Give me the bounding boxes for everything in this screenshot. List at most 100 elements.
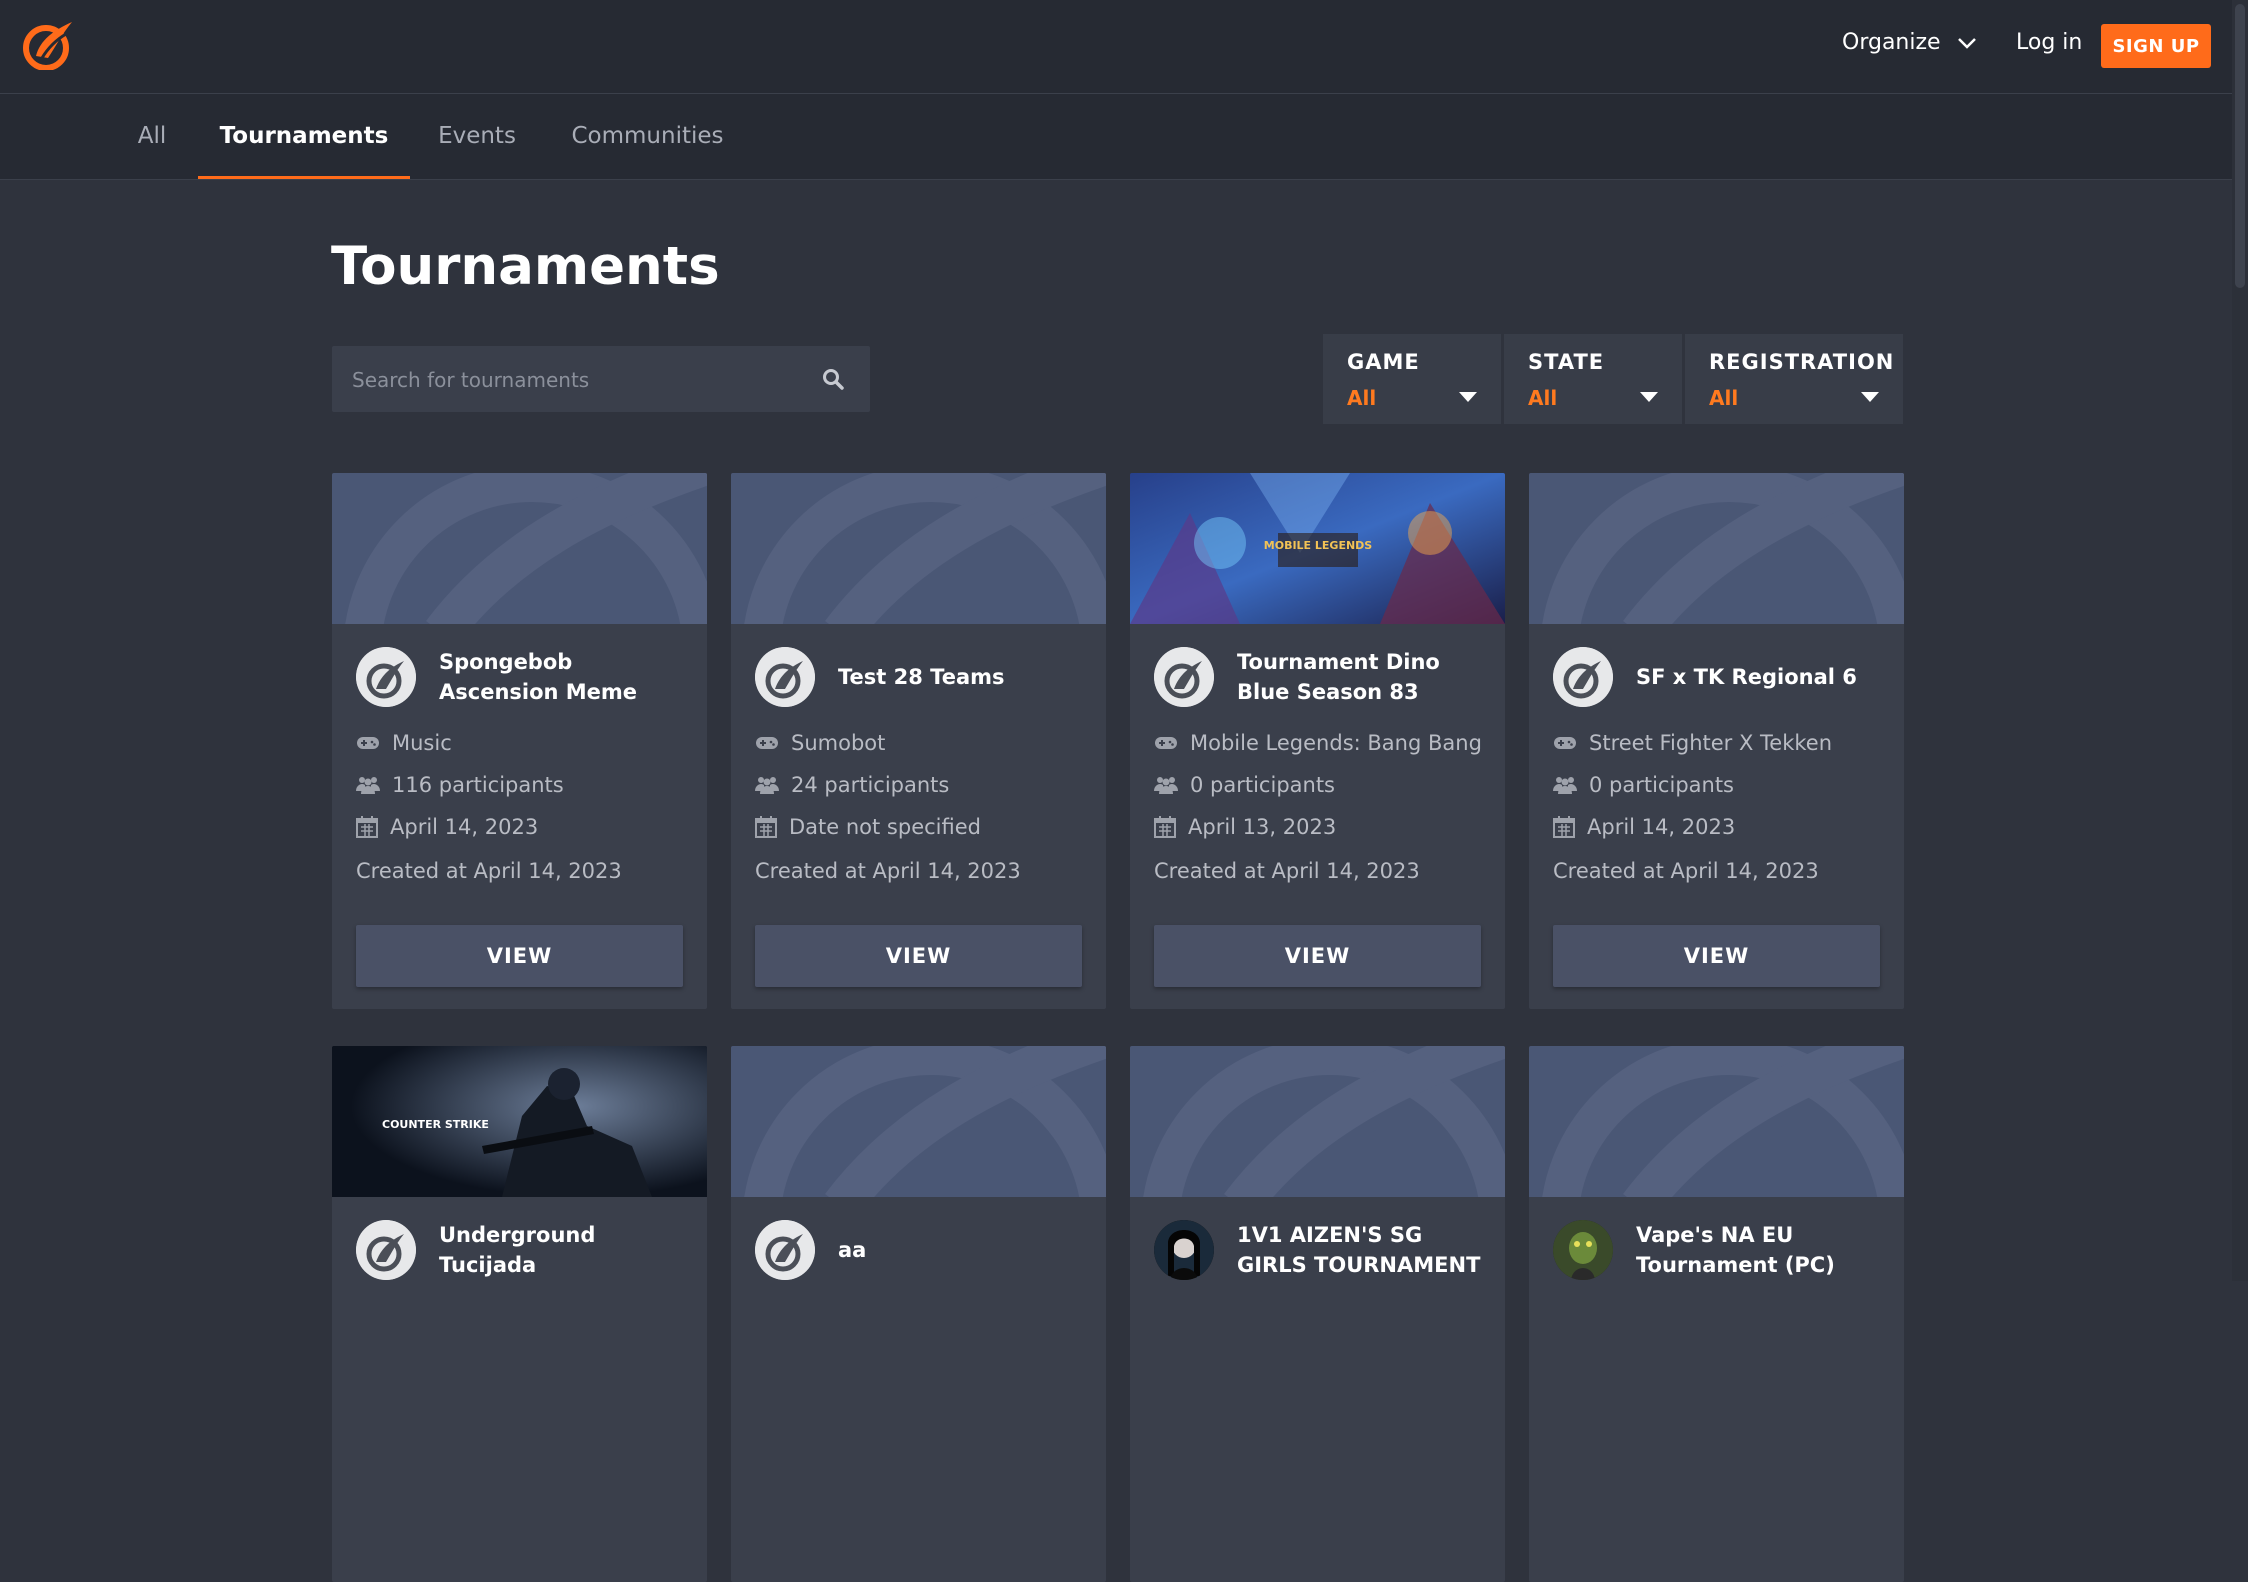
card-participants-row: 24 participants: [755, 773, 949, 797]
filter-registration-label: REGISTRATION: [1709, 350, 1895, 374]
users-icon: [1553, 777, 1577, 794]
card-date: April 14, 2023: [1587, 815, 1736, 839]
tab-communities[interactable]: Communities: [570, 94, 725, 179]
view-button[interactable]: VIEW: [755, 925, 1082, 987]
view-button[interactable]: VIEW: [1553, 925, 1880, 987]
search-input[interactable]: [350, 346, 814, 414]
users-icon: [755, 777, 779, 794]
organizer-avatar: [755, 647, 815, 707]
card-participants: 116 participants: [392, 773, 564, 797]
caret-down-icon: [1459, 392, 1477, 402]
card-date: April 13, 2023: [1188, 815, 1337, 839]
card-date: April 14, 2023: [390, 815, 539, 839]
view-button[interactable]: VIEW: [356, 925, 683, 987]
calendar-icon: [356, 816, 378, 838]
organizer-avatar: [1154, 647, 1214, 707]
gamepad-icon: [357, 737, 379, 749]
card-banner-placeholder: [332, 473, 707, 624]
card-participants-row: 0 participants: [1154, 773, 1335, 797]
filter-game[interactable]: GAME All: [1323, 334, 1501, 424]
page-title: Tournaments: [331, 236, 720, 297]
tournament-card: aa: [731, 1046, 1106, 1582]
card-date-row: April 13, 2023: [1154, 815, 1336, 839]
filter-state-value: All: [1528, 386, 1558, 410]
card-participants: 0 participants: [1589, 773, 1735, 797]
card-created: Created at April 14, 2023: [356, 859, 622, 883]
filter-game-value: All: [1347, 386, 1377, 410]
card-participants-row: 0 participants: [1553, 773, 1734, 797]
card-title[interactable]: SF x TK Regional 6: [1636, 645, 1886, 709]
filter-state-label: STATE: [1528, 350, 1605, 374]
organizer-avatar: [755, 1220, 815, 1280]
card-participants-row: 116 participants: [356, 773, 564, 797]
card-participants: 24 participants: [791, 773, 950, 797]
card-date-row: April 14, 2023: [1553, 815, 1735, 839]
card-game-row: Street Fighter X Tekken: [1553, 731, 1832, 755]
tab-events[interactable]: Events: [436, 94, 518, 179]
card-date-row: Date not specified: [755, 815, 981, 839]
view-button[interactable]: VIEW: [1154, 925, 1481, 987]
tab-all[interactable]: All: [130, 94, 174, 179]
tournament-card: SF x TK Regional 6 Street Fighter X Tekk…: [1529, 473, 1904, 1009]
card-title[interactable]: Test 28 Teams: [838, 645, 1088, 709]
card-title[interactable]: Underground Tucijada: [439, 1218, 689, 1282]
users-icon: [1154, 777, 1178, 794]
brand-logo-icon[interactable]: [22, 18, 74, 70]
scrollbar-thumb[interactable]: [2235, 4, 2245, 288]
tournament-card: Spongebob Ascension Meme Music 116 parti…: [332, 473, 707, 1009]
card-game: Mobile Legends: Bang Bang: [1190, 731, 1482, 755]
login-link[interactable]: Log in: [2016, 30, 2082, 55]
users-icon: [356, 777, 380, 794]
card-title[interactable]: Vape's NA EU Tournament (PC): [1636, 1218, 1886, 1282]
mobile-legends-logo: MOBILE LEGENDS: [1264, 539, 1373, 552]
card-title[interactable]: 1V1 AIZEN'S SG GIRLS TOURNAMENT: [1237, 1218, 1487, 1282]
card-participants: 0 participants: [1190, 773, 1336, 797]
search-icon[interactable]: [822, 368, 844, 390]
card-created: Created at April 14, 2023: [1154, 859, 1420, 883]
gamepad-icon: [1155, 737, 1177, 749]
tournament-card: 1V1 AIZEN'S SG GIRLS TOURNAMENT: [1130, 1046, 1505, 1582]
card-title[interactable]: aa: [838, 1218, 1088, 1282]
card-banner-placeholder: [1130, 1046, 1505, 1197]
tournament-card: COUNTER STRIKE Underground Tucijada: [332, 1046, 707, 1582]
organizer-avatar: [356, 1220, 416, 1280]
filter-registration[interactable]: REGISTRATION All: [1685, 334, 1903, 424]
category-tabs: All Tournaments Events Communities: [0, 94, 2232, 180]
tournament-card: MOBILE LEGENDS Tournament Dino Blue Seas…: [1130, 473, 1505, 1009]
card-title[interactable]: Spongebob Ascension Meme: [439, 645, 689, 709]
card-banner-placeholder: [1529, 473, 1904, 624]
card-banner-placeholder: [1529, 1046, 1904, 1197]
card-banner-placeholder: [731, 1046, 1106, 1197]
signup-button[interactable]: SIGN UP: [2101, 24, 2211, 68]
card-date: Date not specified: [789, 815, 981, 839]
filter-registration-value: All: [1709, 386, 1739, 410]
gamepad-icon: [1554, 737, 1576, 749]
card-game-row: Mobile Legends: Bang Bang: [1154, 731, 1482, 755]
caret-down-icon: [1640, 392, 1658, 402]
counter-strike-logo: COUNTER STRIKE: [382, 1118, 489, 1131]
card-created: Created at April 14, 2023: [755, 859, 1021, 883]
card-banner-image: MOBILE LEGENDS: [1130, 473, 1505, 624]
organizer-avatar: [356, 647, 416, 707]
card-game: Sumobot: [791, 731, 886, 755]
filter-game-label: GAME: [1347, 350, 1420, 374]
card-banner-image: COUNTER STRIKE: [332, 1046, 707, 1197]
card-date-row: April 14, 2023: [356, 815, 538, 839]
filter-state[interactable]: STATE All: [1504, 334, 1682, 424]
tab-tournaments[interactable]: Tournaments: [198, 94, 410, 179]
search-box: [332, 346, 870, 414]
organize-menu[interactable]: Organize: [1842, 30, 1977, 55]
chevron-down-icon: [1957, 37, 1976, 49]
card-title[interactable]: Tournament Dino Blue Season 83: [1237, 645, 1487, 709]
caret-down-icon: [1861, 392, 1879, 402]
page-scrollbar[interactable]: [2232, 0, 2248, 1281]
calendar-icon: [755, 816, 777, 838]
card-game: Music: [392, 731, 452, 755]
card-game-row: Music: [356, 731, 452, 755]
gamepad-icon: [756, 737, 778, 749]
card-game: Street Fighter X Tekken: [1589, 731, 1833, 755]
organizer-avatar-photo: [1154, 1220, 1214, 1280]
card-created: Created at April 14, 2023: [1553, 859, 1819, 883]
top-navbar: Organize Log in SIGN UP: [0, 0, 2232, 94]
organizer-avatar-photo: [1553, 1220, 1613, 1280]
